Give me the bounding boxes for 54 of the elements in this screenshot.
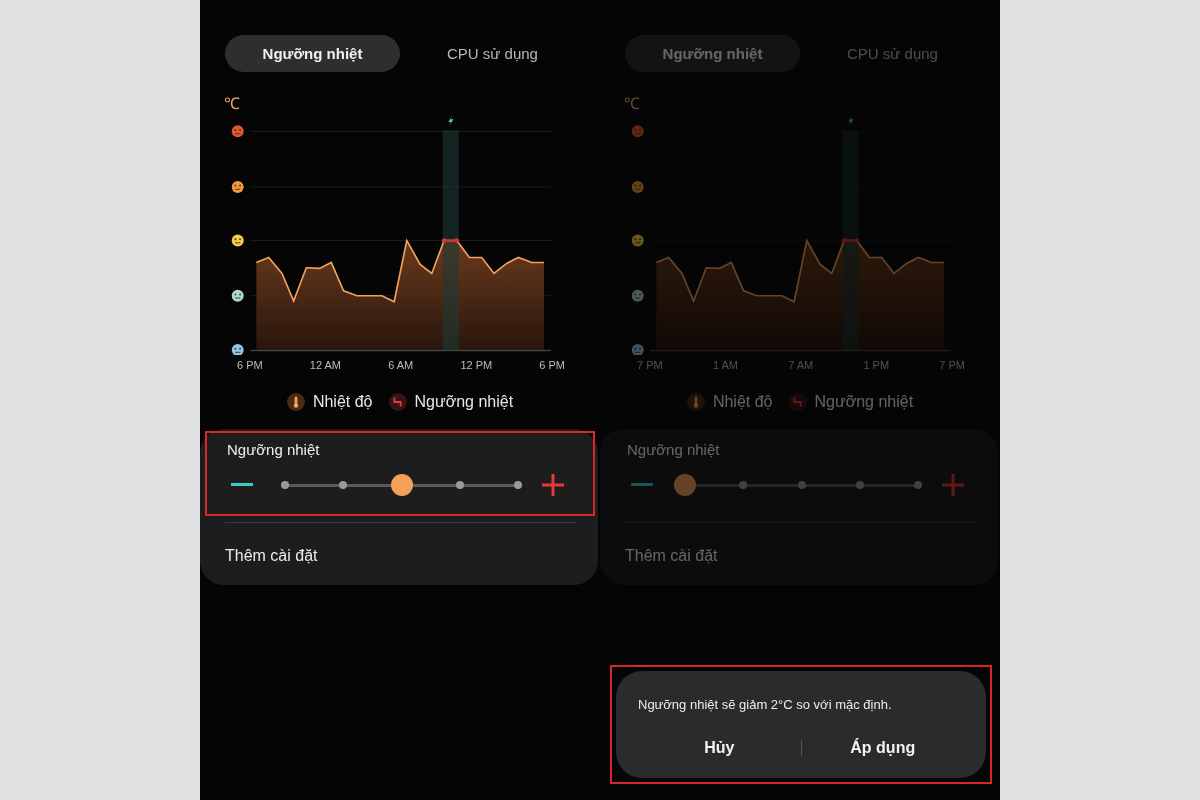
dialog-button[interactable]: Hủy — [638, 738, 801, 758]
face-icon — [231, 125, 244, 138]
dialog-button[interactable]: Áp dụng — [801, 738, 964, 758]
axis-label: 7 PM — [637, 359, 663, 371]
axis-label: 12 PM — [460, 359, 493, 371]
face-icon — [631, 289, 644, 302]
threshold-icon — [788, 393, 807, 411]
thermometer-icon — [286, 393, 305, 411]
threshold-label: Ngưỡng nhiệt — [627, 441, 721, 458]
slider-step-dot — [281, 481, 289, 489]
more-settings-item[interactable]: Thêm cài đặt — [200, 523, 598, 585]
threshold-marker — [441, 238, 460, 243]
axis-label: 1 AM — [712, 359, 738, 371]
legend-label: Nhiệt độ — [312, 393, 373, 411]
face-icon — [631, 234, 644, 247]
tab[interactable]: Ngưỡng nhiệt — [225, 35, 400, 72]
slider-thumb[interactable] — [390, 474, 413, 496]
minus-icon — [631, 483, 653, 487]
axis-label: 6 PM — [237, 359, 263, 371]
threshold-label: Ngưỡng nhiệt — [227, 441, 321, 458]
face-icon — [631, 180, 644, 193]
threshold-marker — [841, 238, 860, 243]
face-icon — [231, 344, 244, 355]
slider-step-dot — [914, 481, 922, 489]
axis-label: 7 PM — [939, 359, 965, 371]
slider-step-dot — [339, 481, 348, 489]
slider-step-dot — [455, 481, 464, 489]
unit-label: ℃ — [624, 94, 641, 112]
face-icon — [231, 180, 244, 193]
legend-label: Ngưỡng nhiệt — [414, 393, 514, 411]
slider-thumb[interactable] — [674, 474, 696, 496]
legend-label: Nhiệt độ — [712, 393, 773, 411]
plus-icon — [942, 474, 964, 496]
slider-step-dot — [797, 481, 806, 489]
thermometer-icon — [686, 393, 705, 411]
axis-label: 6 PM — [539, 359, 565, 371]
axis-label: 1 PM — [863, 359, 890, 371]
minus-icon — [231, 483, 253, 487]
threshold-icon — [388, 393, 407, 411]
legend-label: Ngưỡng nhiệt — [814, 393, 914, 411]
axis-label: 12 AM — [309, 359, 341, 371]
face-icon — [231, 289, 244, 302]
face-icon — [631, 125, 644, 138]
slider-step-dot — [739, 481, 748, 489]
unit-label: ℃ — [224, 94, 241, 112]
tab[interactable]: CPU sử dụng — [405, 35, 580, 72]
dialog-message: Ngưỡng nhiệt sẽ giảm 2°C so với mặc định. — [638, 697, 893, 712]
slider-step-dot — [855, 481, 864, 489]
plus-icon — [542, 474, 564, 496]
axis-label: 6 AM — [388, 359, 414, 371]
slider-step-dot — [514, 481, 522, 489]
face-icon — [631, 344, 644, 355]
face-icon — [231, 234, 244, 247]
axis-label: 7 AM — [788, 359, 814, 371]
